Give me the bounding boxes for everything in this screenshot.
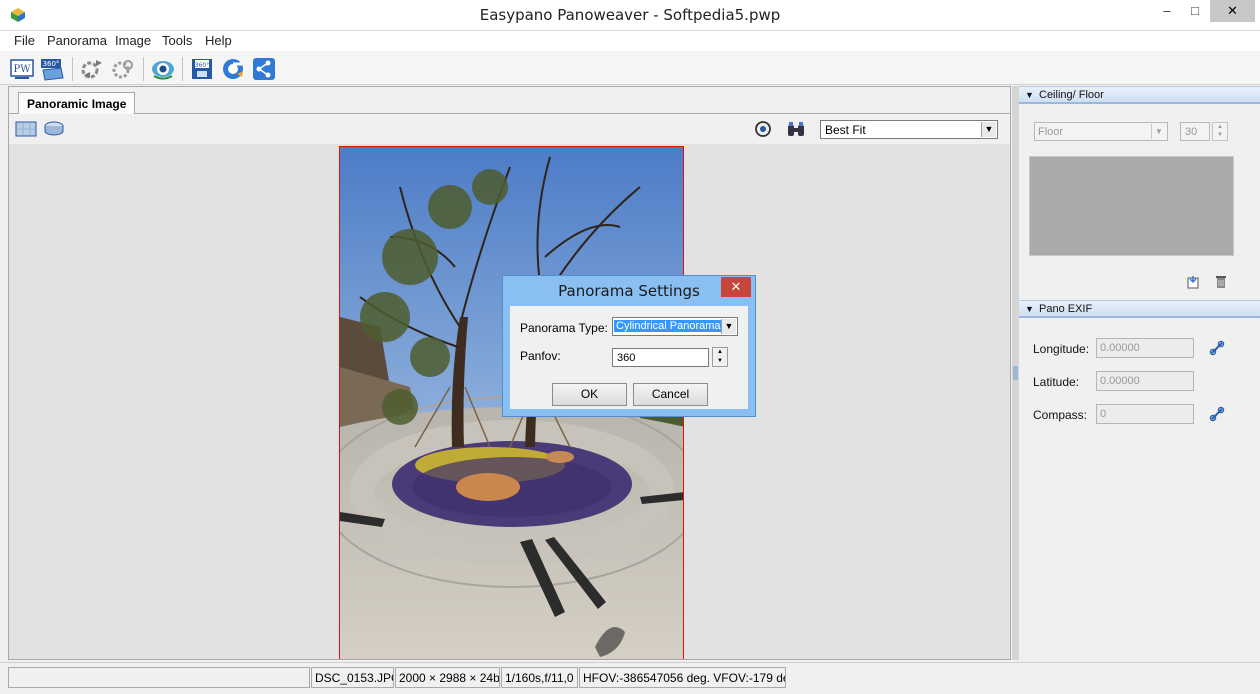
toolbar-separator bbox=[182, 57, 183, 81]
ok-button[interactable]: OK bbox=[552, 383, 627, 406]
toolbar: PW 360° 360° bbox=[0, 51, 1260, 85]
status-dimensions: 2000 × 2988 × 24b bbox=[395, 667, 500, 688]
spin-up-icon[interactable]: ▲ bbox=[1213, 123, 1227, 131]
angle-stepper[interactable]: ▲ ▼ bbox=[1212, 122, 1228, 141]
new-360-icon[interactable]: 360° bbox=[39, 56, 65, 82]
spin-down-icon[interactable]: ▼ bbox=[713, 357, 727, 366]
pw-new-icon[interactable]: PW bbox=[9, 56, 35, 82]
latitude-label: Latitude: bbox=[1033, 375, 1080, 389]
pane-splitter[interactable] bbox=[1012, 86, 1019, 660]
import-patch-icon[interactable] bbox=[1185, 274, 1201, 290]
binoculars-icon[interactable] bbox=[785, 120, 807, 138]
ceiling-floor-preview bbox=[1029, 156, 1234, 256]
ceiling-floor-select[interactable]: Floor ▼ bbox=[1034, 122, 1168, 141]
section-title: Ceiling/ Floor bbox=[1039, 89, 1104, 101]
svg-text:360°: 360° bbox=[43, 60, 60, 68]
latitude-field[interactable]: 0.00000 bbox=[1096, 371, 1194, 391]
dialog-body: Panorama Type: Cylindrical Panorama ▼ Pa… bbox=[510, 306, 748, 409]
save-360-icon[interactable]: 360° bbox=[189, 56, 215, 82]
panfov-input[interactable]: 360 bbox=[612, 348, 709, 367]
status-exposure: 1/160s,f/11,0 bbox=[501, 667, 578, 688]
panorama-type-label: Panorama Type: bbox=[520, 321, 608, 335]
longitude-label: Longitude: bbox=[1033, 342, 1090, 356]
angle-field[interactable]: 30 bbox=[1180, 122, 1210, 141]
status-bar: DSC_0153.JPG 2000 × 2988 × 24b 1/160s,f/… bbox=[0, 662, 1260, 694]
dialog-close-button[interactable]: ✕ bbox=[721, 277, 751, 297]
chevron-down-icon[interactable]: ▼ bbox=[981, 122, 996, 137]
title-bar: Easypano Panoweaver - Softpedia5.pwp – □… bbox=[0, 0, 1260, 31]
batch-stitch-icon[interactable] bbox=[110, 56, 136, 82]
link-icon[interactable] bbox=[1209, 340, 1225, 356]
panfov-label: Panfov: bbox=[520, 349, 561, 363]
cylinder-view-icon[interactable] bbox=[43, 120, 65, 138]
image-view-toolbar: Best Fit ▼ bbox=[9, 114, 1010, 144]
status-message bbox=[8, 667, 310, 688]
ceiling-floor-value: Floor bbox=[1038, 126, 1064, 138]
preview-eye-icon[interactable] bbox=[150, 56, 176, 82]
section-header-pano-exif[interactable]: ▼ Pano EXIF bbox=[1019, 300, 1260, 318]
panorama-type-value: Cylindrical Panorama bbox=[614, 320, 723, 332]
toolbar-separator bbox=[72, 57, 73, 81]
section-header-ceiling-floor[interactable]: ▼ Ceiling/ Floor bbox=[1019, 86, 1260, 104]
tab-panoramic-image[interactable]: Panoramic Image bbox=[18, 92, 136, 114]
splitter-grip[interactable] bbox=[1013, 366, 1018, 380]
svg-text:PW: PW bbox=[13, 64, 31, 75]
maximize-button[interactable]: □ bbox=[1180, 0, 1210, 22]
menu-file[interactable]: File bbox=[14, 33, 35, 48]
dialog-title: Panorama Settings bbox=[558, 282, 700, 300]
minimize-button[interactable]: – bbox=[1152, 0, 1182, 22]
longitude-field[interactable]: 0.00000 bbox=[1096, 338, 1194, 358]
flat-view-icon[interactable] bbox=[15, 120, 37, 138]
toolbar-separator bbox=[143, 57, 144, 81]
compass-field[interactable]: 0 bbox=[1096, 404, 1194, 424]
panfov-stepper[interactable]: ▲ ▼ bbox=[712, 347, 728, 367]
section-title: Pano EXIF bbox=[1039, 303, 1093, 315]
menu-help[interactable]: Help bbox=[205, 33, 232, 48]
target-center-icon[interactable] bbox=[752, 120, 774, 138]
zoom-fit-select[interactable]: Best Fit ▼ bbox=[820, 120, 998, 139]
publish-icon[interactable] bbox=[220, 56, 246, 82]
menu-tools[interactable]: Tools bbox=[162, 33, 192, 48]
cancel-button[interactable]: Cancel bbox=[633, 383, 708, 406]
menu-image[interactable]: Image bbox=[115, 33, 151, 48]
chevron-down-icon[interactable]: ▼ bbox=[1151, 124, 1166, 139]
svg-text:360°: 360° bbox=[195, 62, 209, 69]
properties-pane: ▼ Ceiling/ Floor Floor ▼ 30 ▲ ▼ ▼ Pano E… bbox=[1019, 86, 1260, 660]
menu-panorama[interactable]: Panorama bbox=[47, 33, 107, 48]
panorama-type-select[interactable]: Cylindrical Panorama ▼ bbox=[612, 317, 738, 336]
chevron-down-icon[interactable]: ▼ bbox=[721, 319, 736, 334]
collapse-arrow-icon[interactable]: ▼ bbox=[1025, 304, 1034, 314]
stitch-icon[interactable] bbox=[80, 56, 106, 82]
tab-strip: Panoramic Image bbox=[9, 87, 1010, 114]
compass-label: Compass: bbox=[1033, 408, 1088, 422]
spin-down-icon[interactable]: ▼ bbox=[1213, 131, 1227, 139]
spin-up-icon[interactable]: ▲ bbox=[713, 348, 727, 357]
collapse-arrow-icon[interactable]: ▼ bbox=[1025, 90, 1034, 100]
share-icon[interactable] bbox=[251, 56, 277, 82]
window-title: Easypano Panoweaver - Softpedia5.pwp bbox=[479, 6, 781, 24]
status-filename: DSC_0153.JPG bbox=[311, 667, 394, 688]
panorama-settings-dialog: Panorama Settings ✕ Panorama Type: Cylin… bbox=[502, 275, 756, 417]
status-fov: HFOV:-386547056 deg. VFOV:-179 deg bbox=[579, 667, 786, 688]
close-window-button[interactable]: ✕ bbox=[1210, 0, 1255, 22]
menu-bar: File Panorama Image Tools Help bbox=[0, 31, 1260, 51]
link-icon[interactable] bbox=[1209, 406, 1225, 422]
zoom-fit-value: Best Fit bbox=[825, 123, 866, 137]
trash-icon[interactable] bbox=[1213, 274, 1229, 290]
